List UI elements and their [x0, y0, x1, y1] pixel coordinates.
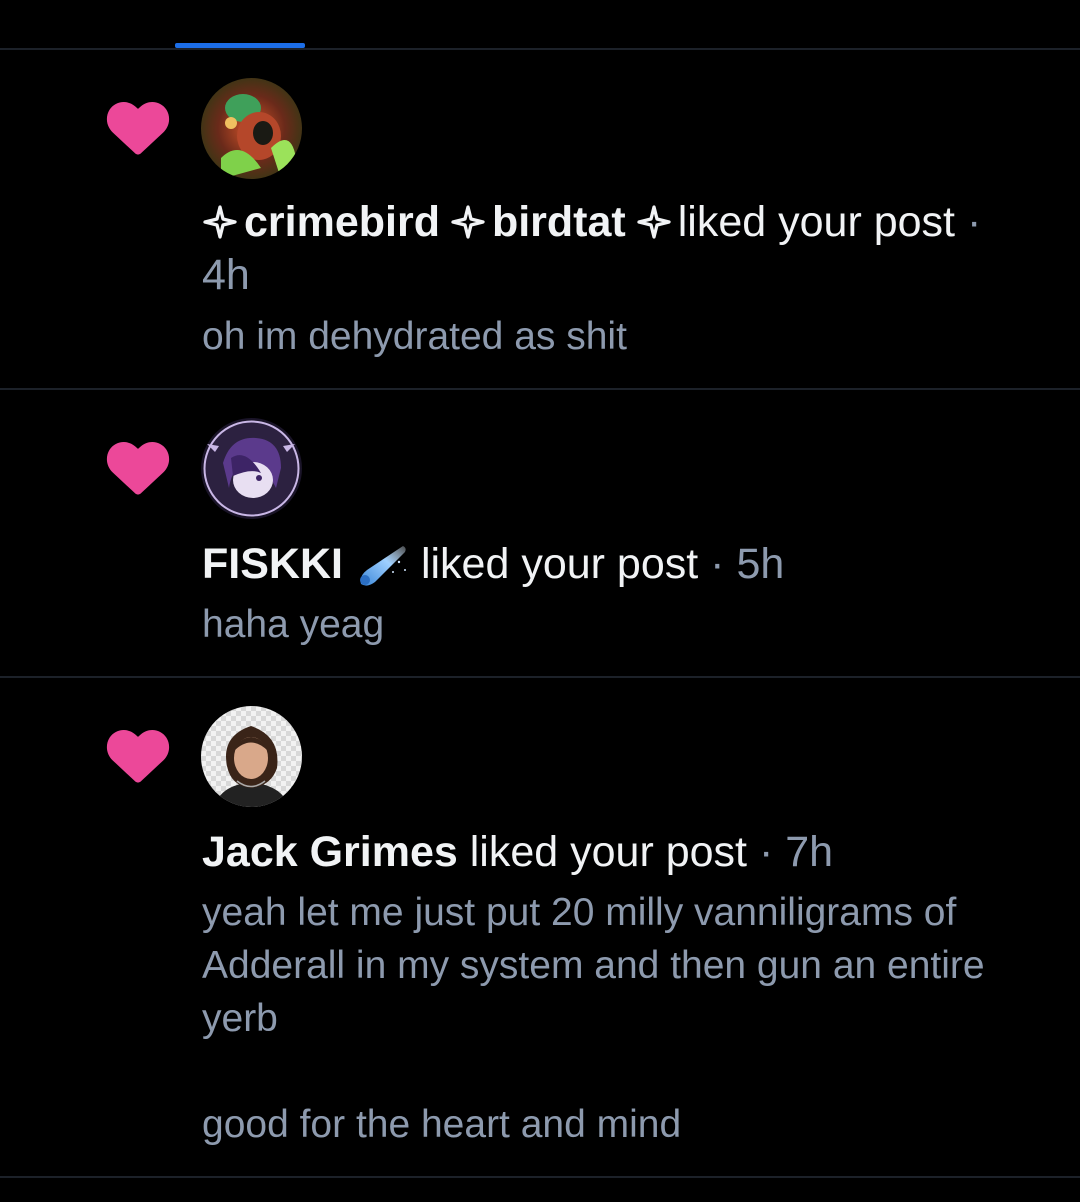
timestamp: 7h — [785, 828, 834, 876]
username[interactable]: FISKKI — [202, 540, 343, 588]
post-snippet[interactable]: yeah let me just put 20 milly vanniligra… — [202, 886, 1032, 1151]
active-tab-indicator — [175, 43, 305, 48]
notification-text: Jack Grimes liked your post · 7h — [202, 826, 1022, 879]
sparkle-icon — [637, 205, 671, 239]
notification-item[interactable]: Jack Grimes liked your post · 7h yeah le… — [0, 678, 1080, 1178]
sparkle-icon — [451, 205, 485, 239]
comet-emoji — [359, 546, 406, 586]
notifications-tab-bar — [0, 0, 1080, 50]
post-snippet[interactable]: oh im dehydrated as shit — [202, 310, 1032, 363]
heart-icon — [106, 442, 170, 495]
separator: · — [710, 540, 725, 588]
separator: · — [758, 828, 774, 876]
sparkle-icon — [203, 205, 237, 239]
timestamp: 4h — [202, 251, 250, 299]
user-avatar[interactable] — [201, 78, 302, 179]
notification-text: crimebird birdtat liked your post · 4h — [202, 196, 1022, 302]
post-snippet[interactable]: haha yeag — [202, 598, 1032, 651]
username-part[interactable]: crimebird — [244, 198, 440, 246]
action-text: liked your post — [420, 540, 699, 588]
notification-text: FISKKI liked your post · 5h — [202, 538, 1022, 591]
user-avatar[interactable] — [201, 418, 302, 519]
username[interactable]: Jack Grimes — [202, 828, 458, 876]
heart-icon — [106, 730, 170, 783]
user-avatar[interactable] — [201, 706, 302, 807]
timestamp: 5h — [736, 540, 785, 588]
notification-item[interactable]: crimebird birdtat liked your post · 4h oh … — [0, 50, 1080, 390]
action-text: liked your post — [469, 828, 748, 876]
notifications-screen: crimebird birdtat liked your post · 4h oh … — [0, 0, 1080, 1202]
notification-item[interactable]: FISKKI liked your post · 5h haha yeag — [0, 390, 1080, 678]
action-text: liked your post — [677, 198, 956, 246]
separator: · — [966, 198, 982, 246]
heart-icon — [106, 102, 170, 155]
username-part[interactable]: birdtat — [492, 198, 626, 246]
